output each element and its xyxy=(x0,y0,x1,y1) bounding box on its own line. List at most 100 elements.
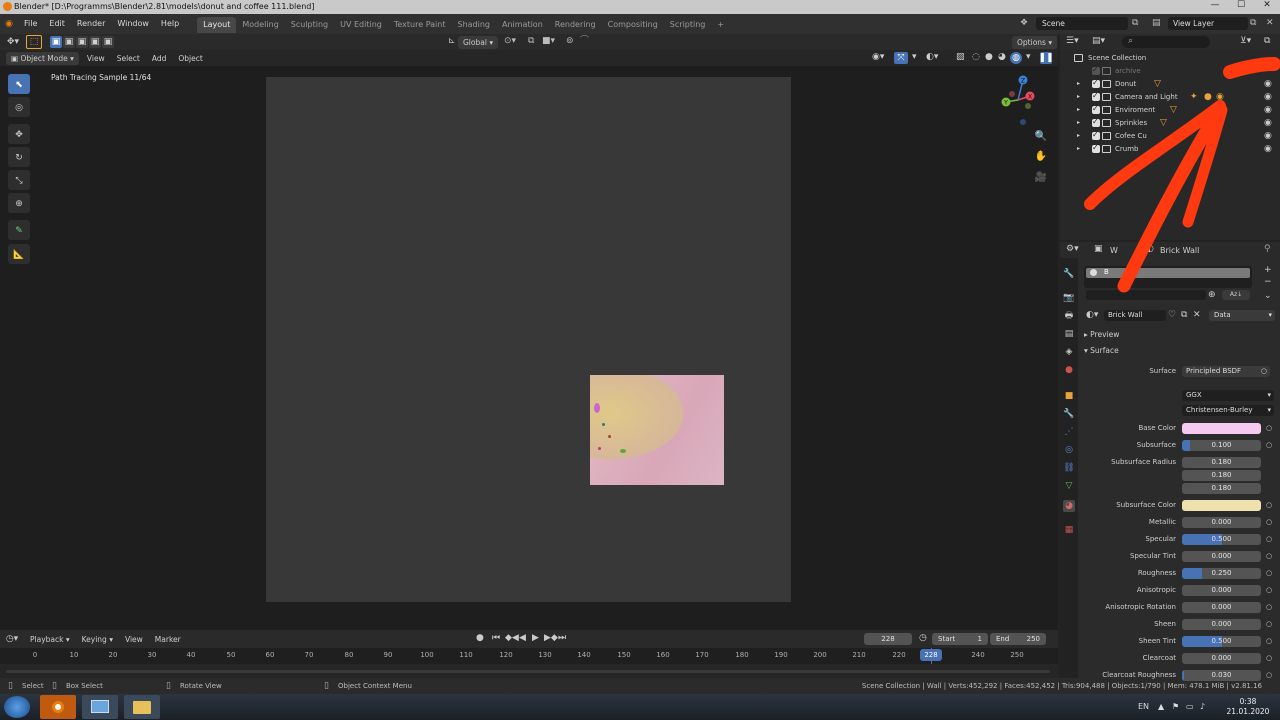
tab-modeling[interactable]: Modeling xyxy=(236,17,284,33)
snap-icon[interactable]: ⧉ xyxy=(528,37,534,46)
timeline-ruler[interactable]: 0 10 20 30 40 50 60 70 80 90 100 110 120… xyxy=(0,648,1058,678)
start-button-icon[interactable] xyxy=(4,696,30,718)
taskbar-explorer-app[interactable] xyxy=(82,695,118,719)
language-indicator[interactable]: EN xyxy=(1138,702,1149,711)
scene-selector[interactable]: Scene xyxy=(1036,17,1128,30)
overlays-icon[interactable]: ◐▾ xyxy=(926,53,938,62)
expand-arrow-icon[interactable]: ▸ xyxy=(1077,106,1080,113)
pause-render-icon[interactable]: ❚❚ xyxy=(1038,52,1054,64)
new-collection-icon[interactable]: ⧉ xyxy=(1264,37,1270,46)
color-swatch-field[interactable] xyxy=(1182,423,1261,434)
expand-arrow-icon[interactable]: ▸ xyxy=(1077,80,1080,87)
outliner-item-archive[interactable]: archive xyxy=(1060,65,1280,78)
material-slot-list[interactable]: B xyxy=(1084,266,1252,288)
menu-file[interactable]: File xyxy=(18,14,43,34)
material-name-field[interactable]: Brick Wall xyxy=(1104,310,1166,321)
tab-scene-icon[interactable]: ◈ xyxy=(1063,346,1075,358)
value-slider-field[interactable]: 0.500 xyxy=(1182,636,1261,647)
value-slider-field[interactable]: 0.000 xyxy=(1182,585,1261,596)
menu-help[interactable]: Help xyxy=(155,14,185,34)
exclude-checkbox[interactable] xyxy=(1092,104,1100,114)
outliner-item-crumbs[interactable]: ▸ Crumb ◉ xyxy=(1060,143,1280,156)
surface-panel-header[interactable]: ▾ Surface xyxy=(1078,346,1280,358)
outliner-item-donut[interactable]: ▸ Donut ▽ xyxy=(1060,78,1280,91)
exclude-checkbox[interactable] xyxy=(1092,91,1100,101)
gizmo-dropdown-icon[interactable]: ▾ xyxy=(912,53,917,62)
expand-arrow-icon[interactable]: ▸ xyxy=(1077,93,1080,100)
surface-shader-field[interactable]: Principled BSDF ○ xyxy=(1182,366,1270,377)
shading-material-icon[interactable]: ◕ xyxy=(998,53,1006,62)
gizmo-neg-z[interactable] xyxy=(1020,119,1026,125)
expand-arrow-icon[interactable]: ▸ xyxy=(1077,119,1080,126)
tab-constraints-icon[interactable]: ⛓ xyxy=(1063,462,1075,474)
slot-filter-input[interactable] xyxy=(1086,290,1206,300)
menu-render[interactable]: Render xyxy=(71,14,111,34)
material-slot-row[interactable]: B xyxy=(1086,268,1250,278)
outliner-item-cofee-cup[interactable]: ▸ Cofee Cu ◉ xyxy=(1060,130,1280,143)
tab-layout[interactable]: Layout xyxy=(197,17,237,33)
pan-hand-icon[interactable]: ✋ xyxy=(1034,150,1048,164)
exclude-checkbox[interactable] xyxy=(1092,117,1100,127)
value-slider-field[interactable]: 0.000 xyxy=(1182,602,1261,613)
falloff-icon[interactable]: ⌒ xyxy=(580,37,589,46)
remove-view-layer-icon[interactable]: ✕ xyxy=(1266,19,1274,28)
tool-measure[interactable]: 📐 xyxy=(8,244,30,264)
copy-view-layer-icon[interactable]: ⧉ xyxy=(1250,19,1256,28)
shading-solid-icon[interactable]: ● xyxy=(985,53,993,62)
clock-date[interactable]: 21.01.2020 xyxy=(1222,707,1274,716)
tab-render-icon[interactable]: 📷 xyxy=(1063,292,1075,304)
record-icon[interactable]: ● xyxy=(476,634,484,643)
gizmo-neg-x[interactable] xyxy=(1009,91,1015,97)
filter-search-icon[interactable]: ⊕ xyxy=(1208,291,1216,300)
distribution-dropdown[interactable]: GGX ▾ xyxy=(1182,390,1274,401)
select-new-icon[interactable]: ▣ xyxy=(50,36,62,48)
node-socket-icon[interactable]: ○ xyxy=(1266,603,1272,611)
play-reverse-icon[interactable]: ◀ xyxy=(519,634,526,643)
outliner-editor-icon[interactable]: ☰▾ xyxy=(1066,37,1079,46)
viewport-menu-object[interactable]: Object xyxy=(172,54,208,63)
fake-user-shield-icon[interactable]: ♡ xyxy=(1168,311,1176,320)
properties-editor-icon[interactable]: ⚙▾ xyxy=(1066,245,1079,254)
select-tool-icon[interactable]: ⬚ xyxy=(26,35,42,49)
visibility-icon[interactable]: ◉▾ xyxy=(872,53,884,62)
shading-options-icon[interactable]: ▾ xyxy=(1026,53,1031,62)
visibility-eye-icon[interactable]: ◉ xyxy=(1264,132,1272,141)
select-extend-icon[interactable]: ▣ xyxy=(63,36,75,48)
exclude-checkbox[interactable] xyxy=(1092,130,1100,140)
node-socket-icon[interactable]: ○ xyxy=(1266,501,1272,509)
node-socket-icon[interactable]: ○ xyxy=(1266,535,1272,543)
shading-rendered-icon[interactable]: ◍ xyxy=(1010,52,1022,64)
viewport-menu-view[interactable]: View xyxy=(81,54,111,63)
viewport-menu-select[interactable]: Select xyxy=(111,54,146,63)
node-socket-icon[interactable]: ○ xyxy=(1266,518,1272,526)
node-socket-icon[interactable]: ○ xyxy=(1266,441,1272,449)
preview-range-icon[interactable]: ◷ xyxy=(919,634,927,643)
visibility-eye-icon[interactable]: ◉ xyxy=(1264,119,1272,128)
tab-texture-paint[interactable]: Texture Paint xyxy=(388,17,452,33)
node-socket-icon[interactable]: ○ xyxy=(1266,654,1272,662)
next-key-icon[interactable]: ▶◆ xyxy=(544,634,558,643)
timeline-menu-view[interactable]: View xyxy=(119,635,149,644)
zoom-icon[interactable]: 🔍 xyxy=(1034,130,1048,144)
select-subtract-icon[interactable]: ▣ xyxy=(76,36,88,48)
outliner-item-enviroment[interactable]: ▸ Enviroment ▽ ◉ xyxy=(1060,104,1280,117)
taskbar-folder-app[interactable] xyxy=(124,695,160,719)
timeline-menu-playback[interactable]: Playback ▾ xyxy=(24,635,76,644)
display-mode-icon[interactable]: ▤▾ xyxy=(1092,37,1105,46)
subsurface-method-dropdown[interactable]: Christensen-Burley ▾ xyxy=(1182,405,1274,416)
tab-rendering[interactable]: Rendering xyxy=(549,17,602,33)
expand-arrow-icon[interactable]: ▸ xyxy=(1077,145,1080,152)
jump-end-icon[interactable]: ⏭ xyxy=(558,634,566,643)
tray-monitor-icon[interactable]: ▭ xyxy=(1186,703,1194,711)
browse-material-icon[interactable]: ◐▾ xyxy=(1086,311,1098,320)
filter-icon[interactable]: ⊻▾ xyxy=(1240,37,1251,46)
outliner-root[interactable]: Scene Collection xyxy=(1060,52,1280,65)
timeline-editor-icon[interactable]: ◷▾ xyxy=(0,634,24,644)
value-slider-field[interactable]: 0.180 xyxy=(1182,457,1261,468)
tray-flag-icon[interactable]: ⚑ xyxy=(1172,703,1179,711)
viewport-menu-add[interactable]: Add xyxy=(146,54,173,63)
timeline-track[interactable] xyxy=(0,664,1058,678)
tool-move[interactable]: ✥ xyxy=(8,124,30,144)
playhead-handle[interactable]: 228 xyxy=(920,649,942,661)
outliner-item-camera-and-light[interactable]: ▸ Camera and Light ✦ ● ◉ ◉ xyxy=(1060,91,1280,104)
